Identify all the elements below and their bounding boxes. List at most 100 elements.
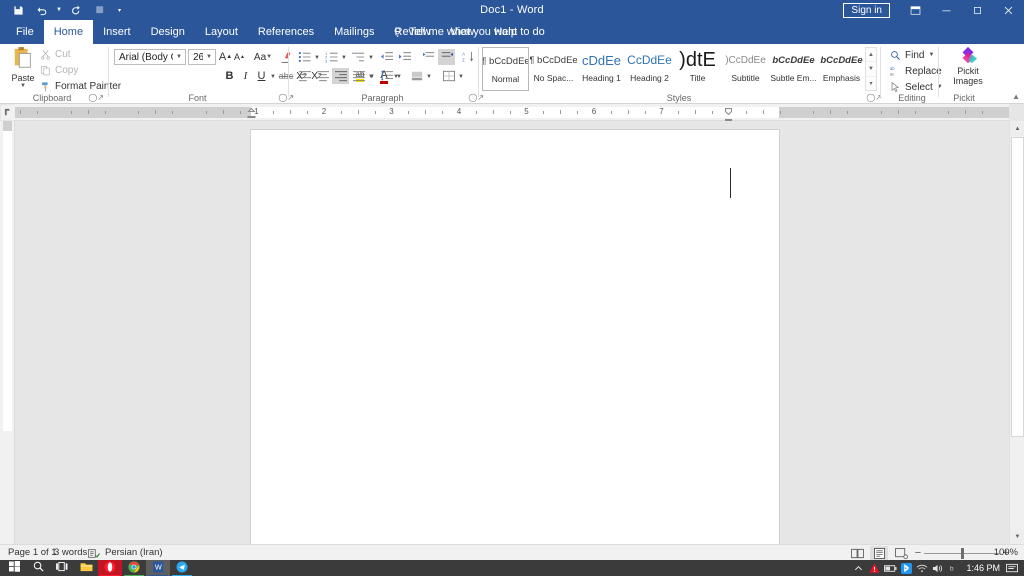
style-normal[interactable]: ¶ bCcDdEe Normal [482, 47, 529, 91]
styles-gallery-scrollbar[interactable]: ▲ ▼ ▾ [865, 47, 877, 91]
style-subtle-em[interactable]: bCcDdEe Subtle Em... [770, 47, 817, 91]
bullets-button[interactable] [296, 49, 313, 65]
telegram-button[interactable] [170, 560, 194, 576]
paste-dropdown-caret-icon[interactable]: ▼ [20, 83, 26, 89]
right-indent-marker[interactable] [724, 107, 733, 121]
underline-caret-icon[interactable]: ▼ [270, 74, 276, 80]
zoom-thumb[interactable] [961, 547, 964, 559]
redo-icon[interactable] [66, 1, 86, 19]
rtl-text-direction-button[interactable] [438, 49, 455, 65]
font-name-combo[interactable]: Arial (Body CS) ▼ [114, 49, 186, 65]
ribbon-tab-mailings[interactable]: Mailings [324, 20, 384, 44]
save-icon[interactable] [8, 1, 28, 19]
network-tray-icon[interactable] [914, 560, 930, 576]
tab-stop-selector[interactable] [1, 105, 15, 120]
vertical-scrollbar[interactable]: ▲ ▼ [1009, 121, 1024, 544]
shading-button[interactable] [408, 68, 425, 84]
change-case-button[interactable]: Aa ▼ [252, 49, 274, 65]
language-tray-icon[interactable]: b [946, 560, 962, 576]
web-layout-button[interactable] [892, 546, 910, 560]
document-canvas[interactable] [15, 121, 1009, 544]
close-icon[interactable] [993, 0, 1024, 20]
cut-button[interactable]: Cut [40, 47, 71, 61]
horizontal-ruler[interactable]: 7654321 [15, 104, 1009, 121]
line-spacing-caret-icon[interactable]: ▼ [396, 74, 402, 80]
undo-icon[interactable] [32, 1, 52, 19]
sort-button[interactable]: AZ [460, 49, 477, 65]
multilevel-list-button[interactable] [350, 49, 367, 65]
italic-button[interactable]: I [238, 68, 253, 84]
tell-me-search[interactable]: Tell me what you want to do [392, 20, 545, 44]
decrease-indent-button[interactable] [378, 49, 395, 65]
copy-button[interactable]: Copy [40, 63, 78, 77]
justify-button[interactable] [350, 68, 367, 84]
style-subtitle[interactable]: )CcDdEe Subtitle [722, 47, 769, 91]
multilevel-caret-icon[interactable]: ▼ [368, 55, 374, 61]
paste-button[interactable]: Paste ▼ [6, 46, 40, 94]
bold-button[interactable]: B [222, 68, 237, 84]
style-no-spac[interactable]: ¶ bCcDdEe No Spac... [530, 47, 577, 91]
find-caret-icon[interactable]: ▼ [928, 52, 934, 58]
word-count[interactable]: 3 words [54, 545, 87, 561]
align-left-button[interactable] [296, 68, 313, 84]
line-spacing-button[interactable] [378, 68, 395, 84]
increase-indent-button[interactable] [396, 49, 413, 65]
ribbon-display-options-icon[interactable] [900, 0, 931, 20]
clipboard-dialog-launcher[interactable]: ◯↗ [88, 93, 104, 103]
scroll-down-icon[interactable]: ▼ [1010, 529, 1024, 544]
ribbon-tab-file[interactable]: File [6, 20, 44, 44]
justify-caret-icon[interactable]: ▼ [368, 74, 374, 80]
left-indent-marker[interactable] [247, 107, 256, 118]
scrollbar-thumb[interactable] [1011, 137, 1024, 437]
numbering-caret-icon[interactable]: ▼ [341, 55, 347, 61]
numbering-button[interactable]: 123 [323, 49, 340, 65]
document-page[interactable] [251, 130, 779, 544]
touch-mode-icon[interactable] [90, 1, 110, 19]
language-indicator[interactable]: Persian (Iran) [105, 545, 163, 561]
ribbon-tab-insert[interactable]: Insert [93, 20, 141, 44]
chrome-button[interactable] [122, 560, 146, 576]
notification-center-icon[interactable] [1004, 560, 1020, 576]
scroll-up-icon[interactable]: ▲ [1010, 121, 1024, 136]
style-heading-2[interactable]: CcDdEe Heading 2 [626, 47, 673, 91]
volume-tray-icon[interactable] [930, 560, 946, 576]
taskbar-clock[interactable]: 1:46 PM [962, 563, 1004, 573]
word-button[interactable]: W [146, 560, 170, 576]
shading-caret-icon[interactable]: ▼ [426, 74, 432, 80]
bullets-caret-icon[interactable]: ▼ [314, 55, 320, 61]
find-button[interactable]: Find ▼ [890, 48, 934, 62]
file-explorer-button[interactable] [74, 560, 98, 576]
align-right-button[interactable] [332, 68, 349, 84]
font-name-caret-icon[interactable]: ▼ [173, 54, 185, 60]
grow-font-button[interactable]: A ▲ [218, 49, 233, 65]
styles-more-icon[interactable]: ▾ [866, 77, 876, 90]
undo-dropdown-caret-icon[interactable]: ▼ [56, 7, 62, 13]
shrink-font-button[interactable]: A ▲ [232, 49, 247, 65]
warning-tray-icon[interactable] [866, 560, 882, 576]
font-size-combo[interactable]: 26 ▼ [188, 49, 216, 65]
customize-qat-icon[interactable]: ▾ [118, 7, 121, 14]
zoom-out-button[interactable]: − [912, 547, 924, 559]
font-size-caret-icon[interactable]: ▼ [203, 54, 215, 60]
print-layout-button[interactable] [870, 546, 888, 560]
search-button[interactable] [26, 560, 50, 576]
underline-button[interactable]: U [254, 68, 269, 84]
style-title[interactable]: )dtE Title [674, 47, 721, 91]
minimize-icon[interactable] [931, 0, 962, 20]
read-mode-button[interactable] [848, 546, 866, 560]
sign-in-button[interactable]: Sign in [843, 2, 890, 18]
replace-button[interactable]: ab ac Replace [890, 64, 942, 78]
ribbon-tab-references[interactable]: References [248, 20, 324, 44]
ltr-text-direction-button[interactable] [420, 49, 437, 65]
proofing-errors-icon[interactable] [88, 545, 100, 561]
battery-tray-icon[interactable] [882, 560, 898, 576]
bluetooth-tray-icon[interactable] [898, 560, 914, 576]
ribbon-tab-layout[interactable]: Layout [195, 20, 248, 44]
align-center-button[interactable] [314, 68, 331, 84]
task-view-button[interactable] [50, 560, 74, 576]
borders-button[interactable] [440, 68, 457, 84]
zoom-track[interactable] [924, 547, 1000, 559]
vertical-ruler[interactable] [0, 121, 15, 544]
show-hidden-icons-button[interactable] [850, 560, 866, 576]
ribbon-tab-design[interactable]: Design [141, 20, 195, 44]
